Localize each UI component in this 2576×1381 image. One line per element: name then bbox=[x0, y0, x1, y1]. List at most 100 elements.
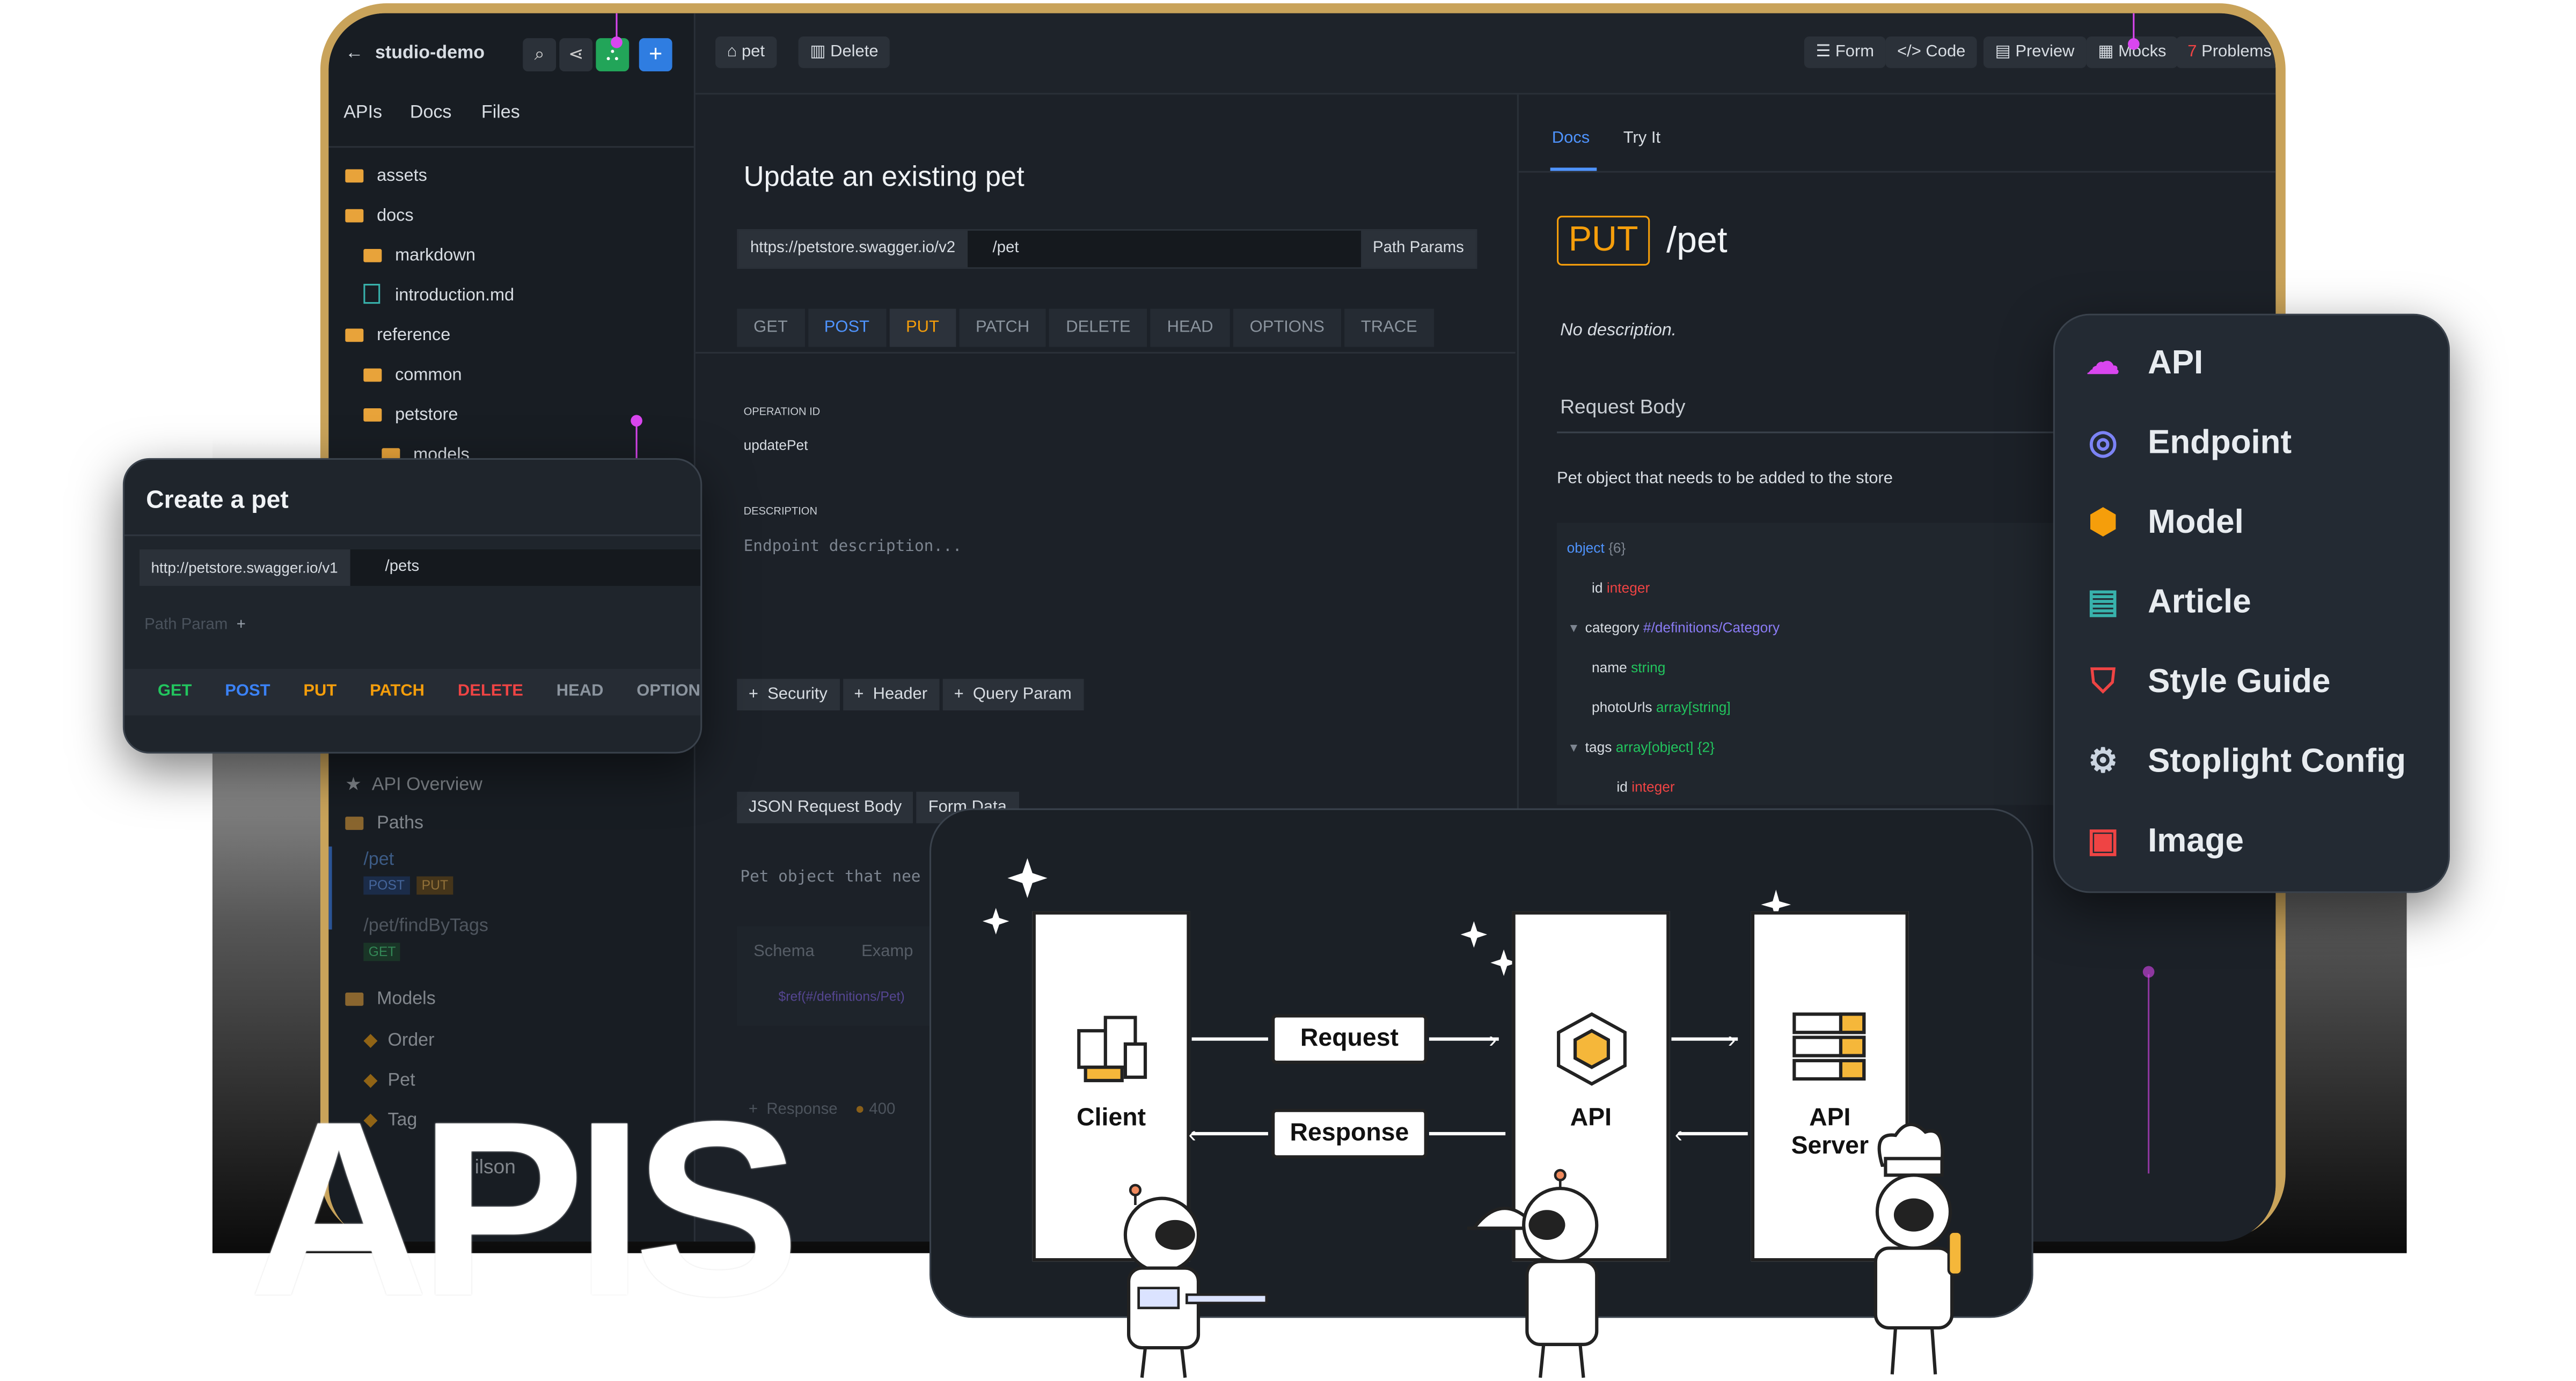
menu-item-style-guide[interactable]: ⛉ Style Guide bbox=[2081, 652, 2330, 712]
description-input[interactable]: Endpoint description... bbox=[744, 538, 962, 556]
server-select[interactable]: https://petstore.swagger.io/v2 bbox=[738, 231, 967, 268]
tree-item[interactable]: reference bbox=[345, 315, 514, 355]
paths-item[interactable]: Paths bbox=[345, 813, 423, 833]
schema-row[interactable]: ▾ category #/definitions/Category bbox=[1570, 619, 1780, 637]
page-title: Update an existing pet bbox=[743, 161, 1024, 193]
server-stack-icon bbox=[1792, 1012, 1866, 1081]
tab-post[interactable]: POST bbox=[807, 308, 886, 347]
add-header-button[interactable]: + Header bbox=[842, 679, 939, 711]
path-input[interactable]: /pet bbox=[992, 231, 1019, 267]
share-icon[interactable]: ⋖ bbox=[559, 38, 593, 72]
headline: APIS bbox=[248, 1069, 800, 1348]
tab-options[interactable]: OPTIONS bbox=[1233, 308, 1341, 347]
astronaut-client-illustration bbox=[1123, 1184, 1268, 1378]
models-item[interactable]: Models bbox=[345, 989, 436, 1009]
tab-examples[interactable]: Examp bbox=[861, 943, 913, 961]
tab-head[interactable]: HEAD bbox=[1150, 308, 1230, 347]
list-icon: ☰ bbox=[1816, 43, 1831, 62]
tab-json-body[interactable]: JSON Request Body bbox=[737, 791, 913, 824]
api-overview-item[interactable]: ★ API Overview bbox=[345, 774, 482, 795]
tab-head[interactable]: HEAD bbox=[540, 669, 620, 716]
schema-row[interactable]: name string bbox=[1592, 659, 1665, 675]
tab-files[interactable]: Files bbox=[481, 103, 520, 123]
path-params-button[interactable]: Path Params bbox=[1361, 231, 1476, 268]
tab-patch[interactable]: PATCH bbox=[353, 669, 441, 716]
form-button[interactable]: ☰ Form bbox=[1804, 36, 1886, 68]
connector-dot bbox=[2142, 966, 2155, 978]
tag-button[interactable]: ⌂ pet bbox=[715, 36, 777, 68]
path-param-button[interactable]: Path Param + bbox=[144, 616, 246, 634]
menu-item-endpoint[interactable]: ◎ Endpoint bbox=[2081, 413, 2292, 473]
tab-patch[interactable]: PATCH bbox=[959, 308, 1046, 347]
connector-dot bbox=[631, 415, 642, 427]
problems-button[interactable]: 7 Problems bbox=[2176, 36, 2276, 68]
tab-docs[interactable]: Docs bbox=[410, 103, 452, 123]
schema-row[interactable]: object {6} bbox=[1567, 539, 1626, 556]
tree-item[interactable]: assets bbox=[345, 156, 514, 196]
arrow-line bbox=[1191, 1132, 1268, 1136]
tab-put[interactable]: PUT bbox=[287, 669, 353, 716]
path-item-findbytags[interactable]: /pet/findByTags bbox=[363, 916, 488, 936]
tab-apis[interactable]: APIs bbox=[343, 103, 382, 123]
tab-delete[interactable]: DELETE bbox=[441, 669, 540, 716]
tab-docs-preview[interactable]: Docs bbox=[1552, 129, 1590, 148]
code-button[interactable]: </> Code bbox=[1885, 36, 1978, 68]
tab-delete[interactable]: DELETE bbox=[1049, 308, 1147, 347]
menu-item-stoplight-config[interactable]: ⚙ Stoplight Config bbox=[2081, 732, 2406, 791]
model-item[interactable]: ◆ Order bbox=[363, 1029, 434, 1051]
tag-icon: ⌂ bbox=[727, 43, 737, 62]
tab-get[interactable]: GET bbox=[125, 669, 208, 716]
tab-post[interactable]: POST bbox=[208, 669, 287, 716]
code-icon: </> bbox=[1897, 43, 1921, 62]
menu-item-article[interactable]: ▤ Article bbox=[2081, 572, 2251, 632]
connector-dot bbox=[2127, 38, 2140, 50]
tree-item[interactable]: common bbox=[345, 355, 514, 395]
tab-put[interactable]: PUT bbox=[889, 308, 956, 347]
target-icon: ◎ bbox=[2088, 424, 2118, 462]
path-item-pet[interactable]: /pet bbox=[363, 850, 394, 870]
schema-row[interactable]: id integer bbox=[1616, 778, 1674, 795]
tab-options[interactable]: OPTION bbox=[620, 669, 700, 716]
file-icon bbox=[363, 284, 380, 304]
problems-count: 7 bbox=[2187, 43, 2197, 62]
add-security-button[interactable]: + Security bbox=[737, 679, 839, 711]
tree-item[interactable]: introduction.md bbox=[345, 276, 514, 315]
back-icon[interactable]: ← bbox=[345, 43, 363, 63]
operation-id-value[interactable]: updatePet bbox=[744, 437, 808, 453]
tab-schema[interactable]: Schema bbox=[753, 943, 814, 961]
active-indicator bbox=[328, 846, 332, 930]
add-query-param-button[interactable]: + Query Param bbox=[942, 679, 1084, 711]
tree-item[interactable]: docs bbox=[345, 196, 514, 236]
method-badge-get: GET bbox=[363, 943, 401, 961]
chevron-down-icon: ▾ bbox=[1570, 738, 1578, 755]
schema-row[interactable]: photoUrls array[string] bbox=[1592, 699, 1731, 715]
status-dot-icon: ● bbox=[855, 1100, 865, 1119]
menu-item-model[interactable]: ⬢ Model bbox=[2081, 493, 2244, 553]
delete-button[interactable]: ▥ Delete bbox=[798, 36, 890, 68]
schema-row[interactable]: id integer bbox=[1592, 579, 1650, 596]
star-icon: ★ bbox=[345, 775, 362, 795]
body-description[interactable]: Pet object that nee bbox=[740, 868, 920, 886]
operation-id-label: OPERATION ID bbox=[743, 406, 821, 418]
create-menu: ☁ API ◎ Endpoint ⬢ Model ▤ Article ⛉ Style Gu… bbox=[2053, 313, 2450, 893]
add-button[interactable]: + bbox=[639, 38, 672, 72]
search-icon[interactable]: ⌕ bbox=[523, 38, 557, 72]
devices-icon bbox=[1077, 1016, 1147, 1083]
arrow-right-icon: › bbox=[1728, 1025, 1736, 1053]
tab-get[interactable]: GET bbox=[737, 308, 804, 347]
folder-icon bbox=[345, 328, 364, 342]
card-server-select[interactable]: http://petstore.swagger.io/v1 bbox=[139, 549, 350, 586]
schema-row[interactable]: ▾ tags array[object] {2} bbox=[1570, 739, 1715, 757]
tab-try-it[interactable]: Try It bbox=[1623, 129, 1660, 148]
image-file-icon: ▣ bbox=[2087, 823, 2119, 860]
tree-item[interactable]: markdown bbox=[345, 236, 514, 275]
card-path-input[interactable]: /pets bbox=[385, 549, 420, 586]
card-url-bar: http://petstore.swagger.io/v1 /pets bbox=[139, 549, 701, 586]
tree-item[interactable]: petstore bbox=[345, 395, 514, 435]
project-name[interactable]: studio-demo bbox=[375, 43, 485, 63]
menu-item-image[interactable]: ▣ Image bbox=[2081, 812, 2244, 871]
arrow-right-icon: › bbox=[1489, 1025, 1497, 1053]
preview-button[interactable]: ▤ Preview bbox=[1983, 36, 2087, 68]
tab-trace[interactable]: TRACE bbox=[1344, 308, 1434, 347]
menu-item-api[interactable]: ☁ API bbox=[2081, 334, 2204, 393]
